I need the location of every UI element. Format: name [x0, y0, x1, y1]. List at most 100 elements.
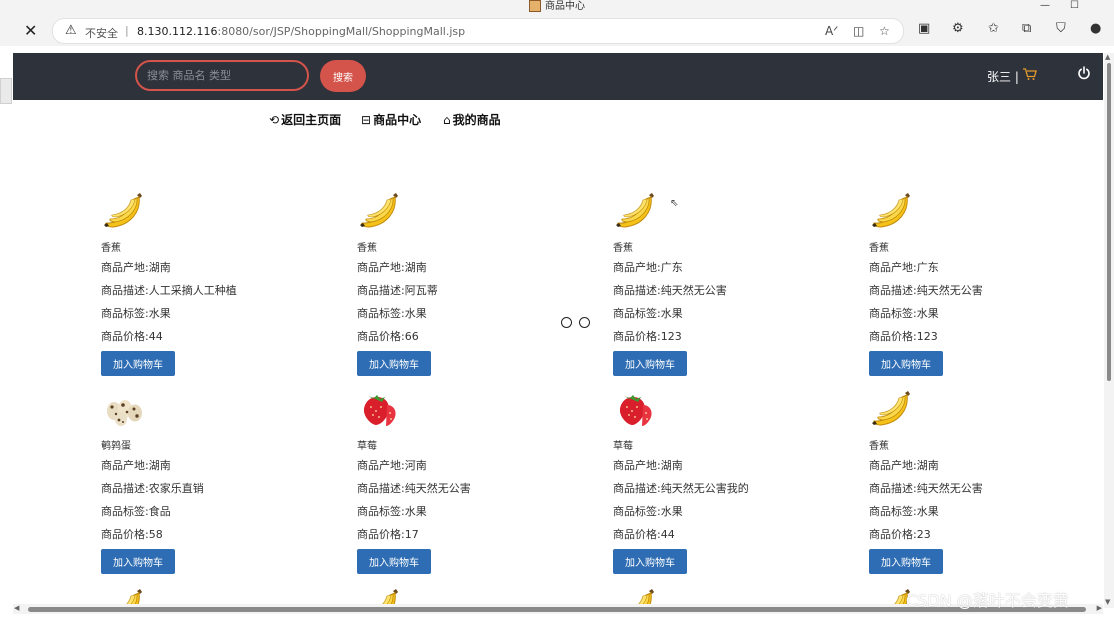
- product-name: 香蕉: [613, 243, 633, 254]
- nav-center-label: 商品中心: [373, 113, 422, 127]
- add-to-cart-button[interactable]: 加入购物车: [101, 351, 175, 376]
- product-origin: 商品产地:湖南: [101, 459, 171, 472]
- product-origin: 商品产地:湖南: [613, 459, 683, 472]
- nav-mine-label: 我的商品: [452, 113, 501, 127]
- reader-view-icon[interactable]: ◫: [853, 24, 864, 38]
- product-origin: 商品产地:广东: [869, 261, 939, 274]
- add-to-cart-button[interactable]: 加入购物车: [869, 549, 943, 574]
- product-origin: 商品产地:湖南: [357, 261, 427, 274]
- product-price: 商品价格:17: [357, 528, 419, 541]
- product-price: 商品价格:66: [357, 330, 419, 343]
- side-panel-handle[interactable]: [0, 78, 12, 104]
- product-tag: 商品标签:水果: [869, 505, 939, 518]
- product-origin: 商品产地:河南: [357, 459, 427, 472]
- add-to-cart-button[interactable]: 加入购物车: [357, 549, 431, 574]
- product-price: 商品价格:123: [869, 330, 938, 343]
- product-tag: 商品标签:水果: [101, 307, 171, 320]
- product-description: 商品描述:纯天然无公害我的: [613, 482, 749, 495]
- product-origin: 商品产地:广东: [613, 261, 683, 274]
- product-description: 商品描述:人工采摘人工种植: [101, 284, 237, 297]
- banana-icon[interactable]: [101, 189, 145, 233]
- top-navbar: 搜索 张三 |: [13, 53, 1103, 100]
- profile-icon[interactable]: ●: [1090, 21, 1101, 36]
- page-viewport: 搜索 张三 | ⟲返回主页面 ⊟商品中心 ⌂我的商品 香蕉商品产地:湖南商品描述…: [13, 53, 1103, 608]
- extension-icon[interactable]: ▣: [918, 21, 930, 36]
- product-origin: 商品产地:湖南: [869, 459, 939, 472]
- banana-icon[interactable]: [357, 189, 401, 233]
- product-tag: 商品标签:食品: [101, 505, 171, 518]
- product-name: 香蕉: [869, 243, 889, 254]
- user-name-text: 张三: [987, 70, 1012, 84]
- product-tag: 商品标签:水果: [357, 505, 427, 518]
- window-title-bar: 商品中心 — ☐: [0, 0, 1114, 14]
- page-favicon-icon: [529, 0, 541, 12]
- add-to-cart-button[interactable]: 加入购物车: [869, 351, 943, 376]
- carousel-dot-1[interactable]: [561, 317, 572, 328]
- watermark: CSDN @落叶不会变黄: [906, 591, 1069, 610]
- vertical-scrollbar[interactable]: ▲ ▼: [1104, 53, 1114, 608]
- product-name: 香蕉: [357, 243, 377, 254]
- banana-icon[interactable]: [869, 189, 913, 233]
- warning-icon[interactable]: ⚠: [65, 23, 77, 38]
- security-label[interactable]: 不安全: [85, 25, 118, 41]
- close-icon[interactable]: ✕: [24, 21, 37, 40]
- nav-home-label: 返回主页面: [281, 113, 342, 127]
- scroll-up-icon[interactable]: ▲: [1105, 53, 1110, 61]
- add-to-cart-button[interactable]: 加入购物车: [613, 549, 687, 574]
- maximize-icon[interactable]: ☐: [1070, 0, 1079, 12]
- nav-product-center[interactable]: ⊟ 商品中心: [361, 111, 421, 128]
- window-title: 商品中心: [545, 1, 585, 12]
- favorites-icon[interactable]: ✩: [988, 21, 999, 36]
- search-input[interactable]: [135, 60, 309, 91]
- product-tag: 商品标签:水果: [869, 307, 939, 320]
- strawberry-icon[interactable]: [613, 387, 657, 431]
- nav-my-products[interactable]: ⌂ 我的商品: [443, 111, 501, 128]
- puzzle-icon[interactable]: ⚙: [952, 21, 964, 36]
- scroll-left-icon[interactable]: ◀: [14, 604, 19, 612]
- mouse-pointer-icon: ⇖: [670, 198, 679, 209]
- product-name: 草莓: [357, 441, 377, 452]
- scroll-down-icon[interactable]: ▼: [1105, 598, 1110, 606]
- add-to-cart-button[interactable]: 加入购物车: [613, 351, 687, 376]
- minimize-icon[interactable]: —: [1040, 0, 1050, 12]
- product-tag: 商品标签:水果: [613, 505, 683, 518]
- product-name: 鹌鹑蛋: [101, 441, 131, 452]
- strawberry-icon[interactable]: [357, 387, 401, 431]
- product-name: 香蕉: [101, 243, 121, 254]
- url-host: 8.130.112.116: [137, 25, 218, 38]
- product-price: 商品价格:123: [613, 330, 682, 343]
- product-price: 商品价格:23: [869, 528, 931, 541]
- product-tag: 商品标签:水果: [613, 307, 683, 320]
- search-button[interactable]: 搜索: [320, 60, 366, 92]
- shield-icon[interactable]: ⛉: [1056, 21, 1066, 36]
- product-description: 商品描述:纯天然无公害: [869, 482, 983, 495]
- url-text[interactable]: 8.130.112.116:8080/sor/JSP/ShoppingMall/…: [137, 25, 465, 38]
- banana-icon[interactable]: [869, 387, 913, 431]
- product-name: 香蕉: [869, 441, 889, 452]
- user-name[interactable]: 张三 |: [987, 68, 1019, 85]
- vertical-scroll-thumb[interactable]: [1107, 63, 1111, 381]
- add-to-cart-button[interactable]: 加入购物车: [101, 549, 175, 574]
- quail-eggs-icon[interactable]: [101, 387, 145, 431]
- add-to-cart-button[interactable]: 加入购物车: [357, 351, 431, 376]
- address-divider: |: [125, 24, 129, 37]
- cart-icon[interactable]: [1023, 68, 1037, 85]
- back-icon: ⟲: [269, 113, 280, 127]
- carousel-dot-2[interactable]: [579, 317, 590, 328]
- basket-icon: ⌂: [443, 113, 451, 127]
- banana-icon[interactable]: [613, 189, 657, 233]
- product-price: 商品价格:44: [613, 528, 675, 541]
- shop-icon: ⊟: [361, 113, 372, 127]
- product-name: 草莓: [613, 441, 633, 452]
- address-bar[interactable]: ⚠ 不安全 | 8.130.112.116:8080/sor/JSP/Shopp…: [52, 18, 904, 44]
- nav-home[interactable]: ⟲ 返回主页面: [269, 111, 341, 128]
- collections-icon[interactable]: ⧉: [1022, 21, 1031, 36]
- product-price: 商品价格:44: [101, 330, 163, 343]
- scroll-right-icon[interactable]: ▶: [1097, 604, 1102, 612]
- read-aloud-icon[interactable]: Aᐟ: [825, 24, 838, 38]
- user-divider: |: [1014, 70, 1019, 84]
- product-description: 商品描述:纯天然无公害: [613, 284, 727, 297]
- power-icon[interactable]: [1077, 66, 1091, 84]
- favorite-star-icon[interactable]: ☆: [879, 24, 890, 38]
- product-origin: 商品产地:湖南: [101, 261, 171, 274]
